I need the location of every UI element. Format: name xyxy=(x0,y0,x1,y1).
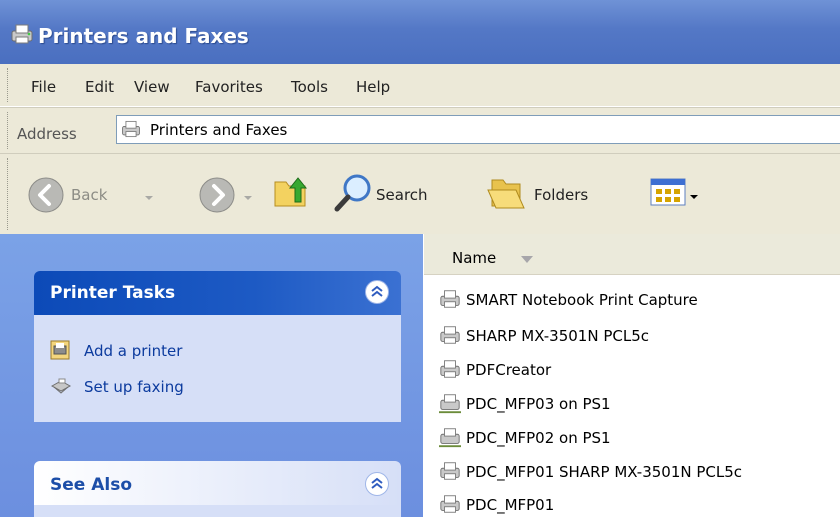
back-arrow-icon xyxy=(27,176,65,218)
menu-grip[interactable] xyxy=(7,68,11,102)
forward-button[interactable] xyxy=(198,176,254,214)
address-grip[interactable] xyxy=(7,112,11,149)
chevron-down-icon[interactable] xyxy=(688,188,700,207)
folders-icon xyxy=(486,172,526,216)
network-printer-icon xyxy=(438,392,462,414)
printer-name: SHARP MX-3501N PCL5c xyxy=(466,327,650,345)
menu-view[interactable]: View xyxy=(134,78,170,96)
views-button[interactable] xyxy=(650,176,704,212)
title-bar: Printers and Faxes xyxy=(0,0,840,64)
printer-icon xyxy=(438,460,462,482)
add-printer-label: Add a printer xyxy=(84,342,183,360)
menu-favorites[interactable]: Favorites xyxy=(195,78,263,96)
task-pane: Printer Tasks Add a printer Set up faxin… xyxy=(0,234,423,517)
add-printer-icon xyxy=(50,340,70,360)
printer-name: PDC_MFP01 xyxy=(466,496,555,514)
see-also-body xyxy=(34,505,401,517)
search-label: Search xyxy=(376,186,428,204)
folders-button[interactable]: Folders xyxy=(486,172,628,212)
see-also-title: See Also xyxy=(50,475,133,495)
printer-name: PDC_MFP01 SHARP MX-3501N PCL5c xyxy=(466,463,743,481)
printer-icon xyxy=(438,324,462,346)
menu-file[interactable]: File xyxy=(31,78,56,96)
printer-icon xyxy=(120,118,142,140)
name-column-header[interactable]: Name xyxy=(424,234,840,275)
printer-icon xyxy=(438,288,462,310)
printer-tasks-header[interactable]: Printer Tasks xyxy=(34,271,401,315)
menu-edit[interactable]: Edit xyxy=(85,78,114,96)
search-icon xyxy=(333,172,375,218)
sort-arrow-icon xyxy=(521,256,533,263)
printer-name: PDC_MFP02 on PS1 xyxy=(466,429,611,447)
printer-icon xyxy=(438,358,462,380)
see-also-header[interactable]: See Also xyxy=(34,461,401,505)
views-icon xyxy=(650,176,686,212)
printer-list: Name SMART Notebook Print Capture SHARP … xyxy=(424,234,840,517)
collapse-icon[interactable] xyxy=(365,472,389,496)
printer-tasks-title: Printer Tasks xyxy=(50,283,176,303)
menu-bar: File Edit View Favorites Tools Help xyxy=(0,64,840,107)
folder-up-icon[interactable] xyxy=(271,172,311,216)
address-value: Printers and Faxes xyxy=(150,121,288,139)
forward-arrow-icon xyxy=(198,176,236,218)
fax-icon xyxy=(50,376,72,396)
chevron-down-icon[interactable] xyxy=(143,189,155,208)
chevron-down-icon[interactable] xyxy=(242,189,254,208)
collapse-icon[interactable] xyxy=(365,280,389,304)
window-title: Printers and Faxes xyxy=(38,24,249,48)
printer-icon xyxy=(438,493,462,515)
set-up-faxing-label: Set up faxing xyxy=(84,378,184,396)
back-button[interactable]: Back xyxy=(27,176,167,214)
printer-name: PDC_MFP03 on PS1 xyxy=(466,395,611,413)
menu-help[interactable]: Help xyxy=(356,78,390,96)
menu-tools[interactable]: Tools xyxy=(291,78,328,96)
address-field[interactable]: Printers and Faxes xyxy=(116,115,840,144)
printer-tasks-body: Add a printer Set up faxing xyxy=(34,315,401,422)
printer-icon xyxy=(9,22,35,46)
printer-name: PDFCreator xyxy=(466,361,552,379)
network-printer-icon xyxy=(438,426,462,448)
name-column-label: Name xyxy=(452,249,497,267)
printer-name: SMART Notebook Print Capture xyxy=(466,291,698,309)
address-label: Address xyxy=(17,125,77,143)
folders-label: Folders xyxy=(534,186,589,204)
standard-toolbar: Back Search Folders xyxy=(0,153,840,235)
toolbar-grip[interactable] xyxy=(7,158,11,230)
back-label: Back xyxy=(71,186,108,204)
search-button[interactable]: Search xyxy=(333,172,467,212)
